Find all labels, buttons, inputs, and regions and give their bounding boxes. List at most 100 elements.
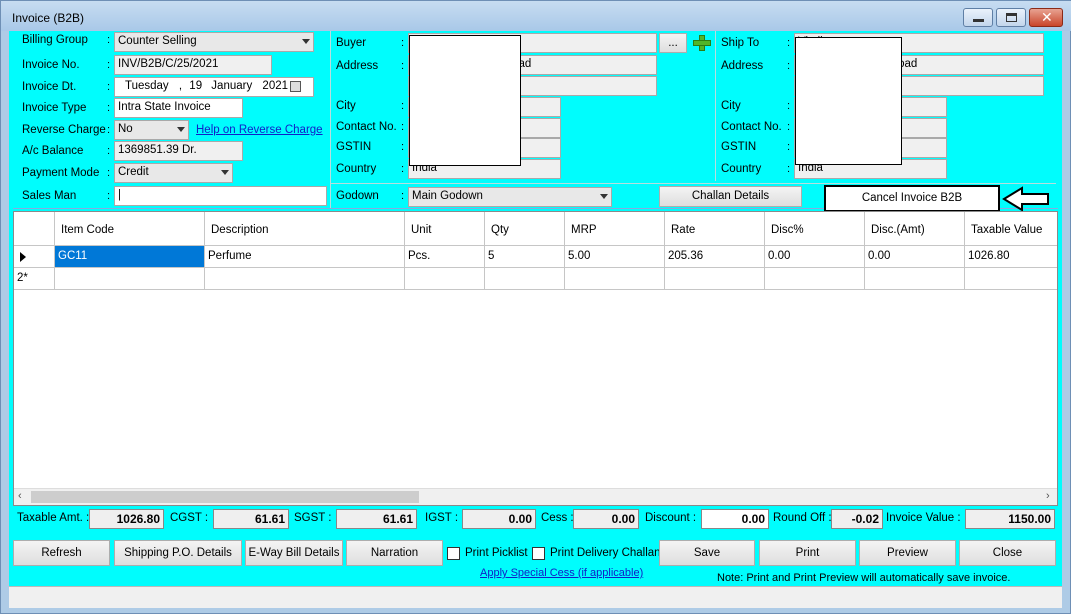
cell-taxable-value[interactable]: 1026.80 (965, 246, 1057, 268)
add-buyer-icon[interactable] (692, 34, 712, 52)
reverse-charge-help-link[interactable]: Help on Reverse Charge (196, 124, 323, 136)
col-mrp[interactable]: MRP (565, 212, 665, 246)
print-picklist-label: Print Picklist (465, 547, 528, 559)
row-selector[interactable] (14, 246, 55, 268)
row-header-corner (14, 212, 55, 246)
shipto-address-label: Address (721, 60, 764, 72)
scroll-left-icon[interactable]: ‹ (18, 490, 22, 502)
calendar-icon[interactable] (290, 81, 301, 92)
buyer-gstin-label: GSTIN (336, 141, 372, 153)
scrollbar-thumb[interactable] (31, 491, 419, 503)
cell-unit[interactable]: Pcs. (405, 246, 485, 268)
cell-disc-pct[interactable]: 0.00 (765, 246, 865, 268)
col-qty[interactable]: Qty (485, 212, 565, 246)
preview-button[interactable]: Preview (859, 540, 956, 566)
horizontal-scrollbar[interactable]: ‹ › (14, 488, 1057, 505)
cell-rate[interactable]: 205.36 (665, 246, 765, 268)
taxable-amt-value: 1026.80 (89, 509, 164, 529)
col-rate[interactable]: Rate (665, 212, 765, 246)
challan-details-button[interactable]: Challan Details (659, 186, 802, 207)
invoice-date-picker[interactable]: Tuesday , 19 January 2021 (114, 77, 314, 97)
invoice-type-field[interactable]: Intra State Invoice (114, 98, 243, 118)
close-button[interactable]: Close (959, 540, 1056, 566)
apply-special-cess-link[interactable]: Apply Special Cess (if applicable) (480, 567, 643, 579)
reverse-charge-select[interactable]: No (114, 120, 189, 140)
sales-man-input[interactable]: | (114, 186, 327, 206)
maximize-button[interactable] (996, 8, 1026, 27)
new-row-marker: 2* (14, 268, 55, 290)
cgst-value: 61.61 (213, 509, 289, 529)
ac-balance-field: 1369851.39 Dr. (114, 141, 243, 161)
invoice-no-field[interactable]: INV/B2B/C/25/2021 (114, 55, 272, 75)
cell-mrp[interactable]: 5.00 (565, 246, 665, 268)
arrow-left-icon (1002, 186, 1049, 212)
shipto-label: Ship To (721, 37, 760, 49)
discount-input[interactable]: 0.00 (701, 509, 769, 529)
cgst-label: CGST : (170, 512, 209, 524)
shipto-gstin-label: GSTIN (721, 141, 757, 153)
auto-save-note: Note: Print and Print Preview will autom… (717, 572, 1011, 584)
buyer-city-label: City (336, 100, 356, 112)
chevron-down-icon (302, 39, 310, 44)
godown-label: Godown (336, 190, 379, 202)
print-button[interactable]: Print (759, 540, 856, 566)
buyer-address-label: Address (336, 60, 379, 72)
cell-qty[interactable]: 5 (485, 246, 565, 268)
cancel-invoice-button[interactable]: Cancel Invoice B2B (824, 185, 1000, 212)
col-disc-pct[interactable]: Disc% (765, 212, 865, 246)
redaction-box-shipto (795, 37, 902, 165)
taxable-amt-label: Taxable Amt. : (17, 512, 90, 524)
print-picklist-checkbox[interactable] (447, 547, 460, 560)
invoice-form: Billing Group : Counter Selling Invoice … (9, 31, 1062, 608)
current-row-icon (20, 252, 26, 262)
col-taxable-value[interactable]: Taxable Value (965, 212, 1057, 246)
chevron-down-icon (221, 170, 229, 175)
items-grid[interactable]: Item Code Description Unit Qty MRP Rate … (13, 211, 1058, 506)
igst-value: 0.00 (462, 509, 536, 529)
col-disc-amt[interactable]: Disc.(Amt) (865, 212, 965, 246)
godown-select[interactable]: Main Godown (408, 187, 612, 207)
buyer-label: Buyer (336, 37, 367, 49)
reverse-charge-label: Reverse Charge (22, 124, 106, 136)
round-off-value: -0.02 (831, 509, 883, 529)
col-unit[interactable]: Unit (405, 212, 485, 246)
print-delivery-challan-checkbox[interactable] (532, 547, 545, 560)
billing-group-label: Billing Group (22, 34, 88, 46)
minimize-button[interactable] (963, 8, 993, 27)
save-button[interactable]: Save (659, 540, 755, 566)
igst-label: IGST : (425, 512, 459, 524)
chevron-down-icon (177, 127, 185, 132)
shipping-po-details-button[interactable]: Shipping P.O. Details (114, 540, 242, 566)
status-bar (9, 586, 1062, 608)
shipto-contact-label: Contact No. (721, 121, 782, 133)
title-bar[interactable]: Invoice (B2B) ✕ (1, 1, 1071, 31)
buyer-lookup-button[interactable]: ... (659, 33, 687, 53)
sgst-value: 61.61 (336, 509, 417, 529)
cell-description[interactable]: Perfume (205, 246, 405, 268)
buyer-contact-label: Contact No. (336, 121, 397, 133)
scroll-right-icon[interactable]: › (1046, 490, 1050, 502)
close-window-button[interactable]: ✕ (1029, 8, 1063, 27)
sales-man-label: Sales Man (22, 190, 77, 202)
close-icon: ✕ (1041, 9, 1053, 25)
round-off-label: Round Off : (773, 512, 832, 524)
shipto-country-label: Country (721, 163, 762, 175)
invoice-value-value: 1150.00 (965, 509, 1055, 529)
sgst-label: SGST : (294, 512, 332, 524)
discount-label: Discount : (645, 512, 697, 524)
narration-button[interactable]: Narration (346, 540, 443, 566)
invoice-dt-label: Invoice Dt. (22, 81, 77, 93)
redaction-box-buyer (409, 35, 521, 166)
ac-balance-label: A/c Balance (22, 145, 84, 157)
billing-group-select[interactable]: Counter Selling (114, 32, 314, 52)
eway-bill-details-button[interactable]: E-Way Bill Details (245, 540, 343, 566)
col-item-code[interactable]: Item Code (55, 212, 205, 246)
col-description[interactable]: Description (205, 212, 405, 246)
maximize-icon (1006, 13, 1017, 22)
cell-disc-amt[interactable]: 0.00 (865, 246, 965, 268)
refresh-button[interactable]: Refresh (13, 540, 110, 566)
window-title: Invoice (B2B) (12, 11, 85, 25)
buyer-country-label: Country (336, 163, 377, 175)
cell-item-code[interactable]: GC11 (55, 246, 205, 268)
payment-mode-select[interactable]: Credit (114, 163, 233, 183)
